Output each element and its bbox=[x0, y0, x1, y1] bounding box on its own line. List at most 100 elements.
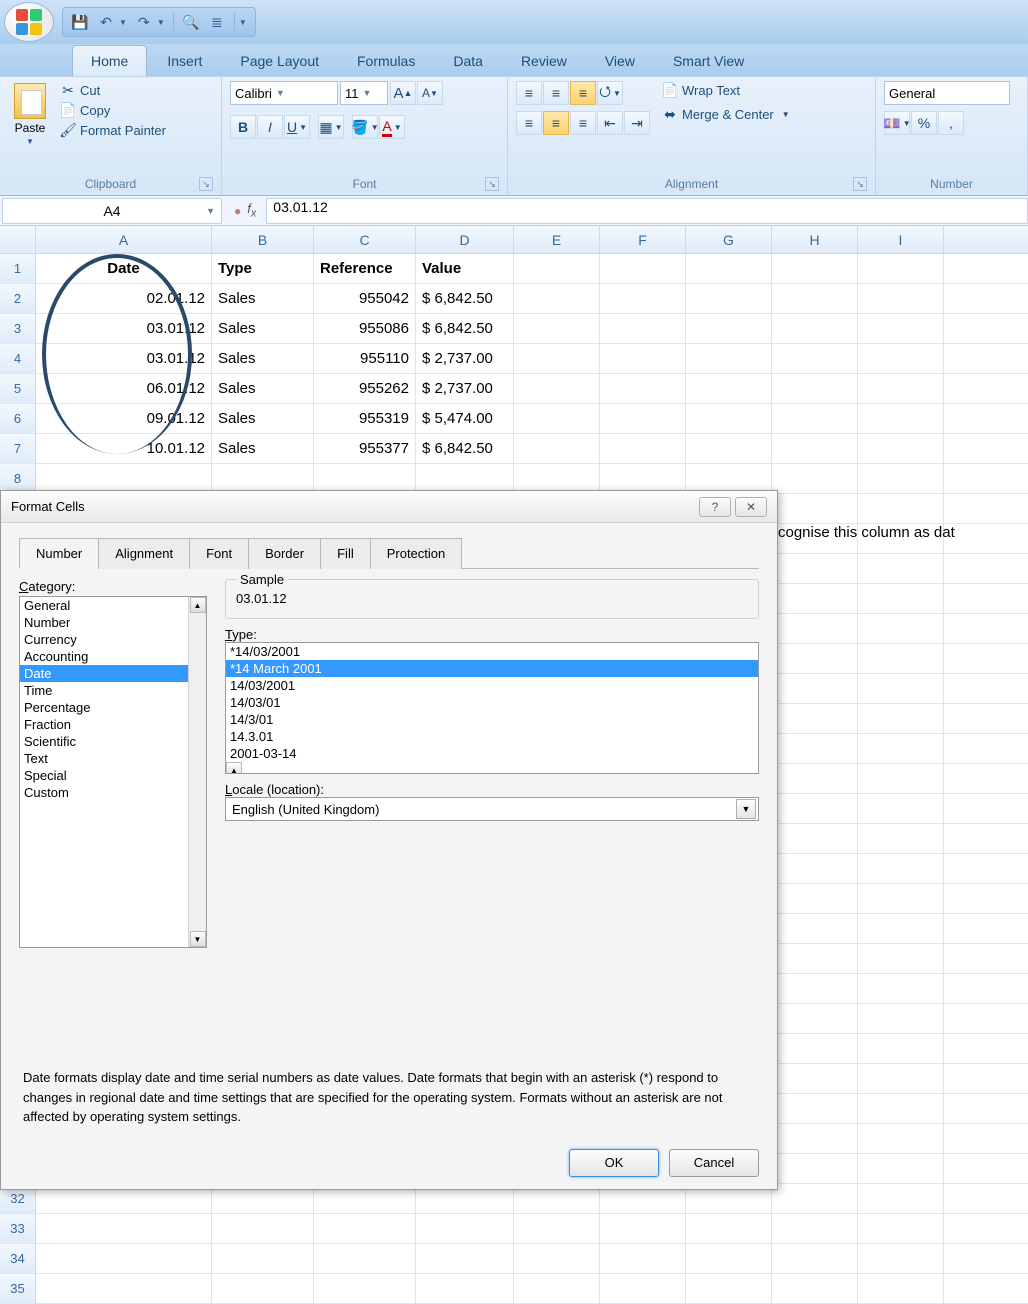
cell[interactable]: 955042 bbox=[314, 284, 416, 313]
col-header[interactable]: I bbox=[858, 226, 944, 253]
cell[interactable] bbox=[514, 404, 600, 433]
cell[interactable] bbox=[772, 614, 858, 643]
type-item[interactable]: 14/03/2001 bbox=[226, 677, 758, 694]
cell[interactable] bbox=[514, 1274, 600, 1303]
cell[interactable] bbox=[600, 1274, 686, 1303]
cell[interactable] bbox=[858, 464, 944, 493]
font-size-combo[interactable]: 11▼ bbox=[340, 81, 388, 105]
cell[interactable]: 955319 bbox=[314, 404, 416, 433]
cell[interactable] bbox=[858, 914, 944, 943]
col-header[interactable]: H bbox=[772, 226, 858, 253]
cell[interactable] bbox=[686, 314, 772, 343]
category-item[interactable]: Scientific bbox=[20, 733, 206, 750]
cell[interactable] bbox=[314, 1244, 416, 1273]
office-button[interactable] bbox=[4, 2, 54, 42]
cell[interactable] bbox=[772, 854, 858, 883]
cell[interactable] bbox=[772, 314, 858, 343]
cell[interactable]: $ 2,737.00 bbox=[416, 374, 514, 403]
cell[interactable] bbox=[600, 254, 686, 283]
cell[interactable] bbox=[36, 464, 212, 493]
undo-icon[interactable]: ↶ bbox=[97, 13, 115, 31]
category-item[interactable]: Special bbox=[20, 767, 206, 784]
qat-other-icon[interactable]: ≣ bbox=[208, 13, 226, 31]
type-item[interactable]: *14/03/2001 bbox=[226, 643, 758, 660]
tab-formulas[interactable]: Formulas bbox=[339, 46, 433, 76]
row-header[interactable]: 5 bbox=[0, 374, 36, 403]
cell[interactable] bbox=[772, 764, 858, 793]
cell[interactable] bbox=[772, 824, 858, 853]
category-item[interactable]: Number bbox=[20, 614, 206, 631]
paste-drop-icon[interactable]: ▼ bbox=[26, 137, 34, 146]
cell[interactable] bbox=[600, 434, 686, 463]
cell[interactable] bbox=[514, 344, 600, 373]
fx-icon[interactable]: fx bbox=[247, 201, 256, 220]
cell[interactable] bbox=[212, 464, 314, 493]
scroll-up-icon[interactable]: ▲ bbox=[226, 762, 242, 774]
cell[interactable] bbox=[772, 1064, 858, 1093]
cell[interactable] bbox=[514, 374, 600, 403]
cell[interactable] bbox=[772, 404, 858, 433]
cell[interactable] bbox=[686, 1244, 772, 1273]
cell[interactable] bbox=[858, 764, 944, 793]
scrollbar[interactable]: ▲ ▼ bbox=[188, 597, 206, 947]
font-color-button[interactable]: A▼ bbox=[379, 115, 405, 139]
cell[interactable] bbox=[858, 854, 944, 883]
row-header[interactable]: 35 bbox=[0, 1274, 36, 1303]
col-header[interactable]: B bbox=[212, 226, 314, 253]
category-item[interactable]: Accounting bbox=[20, 648, 206, 665]
cell[interactable] bbox=[514, 434, 600, 463]
cancel-fx-icon[interactable]: ● bbox=[234, 204, 241, 218]
row-header[interactable]: 34 bbox=[0, 1244, 36, 1273]
cell[interactable]: Value bbox=[416, 254, 514, 283]
cell[interactable] bbox=[686, 254, 772, 283]
locale-combo[interactable]: English (United Kingdom) ▼ bbox=[225, 797, 759, 821]
row-header[interactable]: 2 bbox=[0, 284, 36, 313]
dialog-titlebar[interactable]: Format Cells ? ✕ bbox=[1, 491, 777, 523]
underline-button[interactable]: U▼ bbox=[284, 115, 310, 139]
align-left-button[interactable]: ≡ bbox=[516, 111, 542, 135]
tab-data[interactable]: Data bbox=[435, 46, 501, 76]
cell[interactable] bbox=[600, 374, 686, 403]
cell[interactable] bbox=[858, 824, 944, 853]
cell[interactable] bbox=[514, 1214, 600, 1243]
cell[interactable] bbox=[772, 1124, 858, 1153]
shrink-font-button[interactable]: A▼ bbox=[417, 81, 443, 105]
scrollbar[interactable]: ▲ ▼ bbox=[226, 762, 758, 774]
cell[interactable]: $ 6,842.50 bbox=[416, 434, 514, 463]
alignment-launcher-icon[interactable]: ↘ bbox=[853, 177, 867, 191]
cell[interactable] bbox=[858, 674, 944, 703]
cell[interactable] bbox=[514, 464, 600, 493]
cell[interactable]: 03.01.12 bbox=[36, 314, 212, 343]
redo-drop-icon[interactable]: ▼ bbox=[157, 18, 165, 27]
cell[interactable]: Sales bbox=[212, 404, 314, 433]
number-format-combo[interactable]: General bbox=[884, 81, 1010, 105]
italic-button[interactable]: I bbox=[257, 115, 283, 139]
cell[interactable]: $ 5,474.00 bbox=[416, 404, 514, 433]
merge-center-button[interactable]: ⬌Merge & Center▼ bbox=[660, 105, 792, 123]
cell[interactable] bbox=[686, 434, 772, 463]
scroll-up-icon[interactable]: ▲ bbox=[190, 597, 206, 613]
cell[interactable] bbox=[772, 434, 858, 463]
cell[interactable] bbox=[858, 1244, 944, 1273]
cell[interactable] bbox=[416, 1244, 514, 1273]
redo-icon[interactable]: ↷ bbox=[135, 13, 153, 31]
type-item[interactable]: 2001-03-14 bbox=[226, 745, 758, 762]
row-header[interactable]: 7 bbox=[0, 434, 36, 463]
cell[interactable]: Sales bbox=[212, 314, 314, 343]
print-preview-icon[interactable]: 🔍 bbox=[182, 13, 200, 31]
cell[interactable] bbox=[772, 254, 858, 283]
align-center-button[interactable]: ≡ bbox=[543, 111, 569, 135]
cell[interactable] bbox=[416, 1214, 514, 1243]
cell[interactable] bbox=[858, 734, 944, 763]
cell[interactable] bbox=[600, 344, 686, 373]
cell[interactable] bbox=[772, 914, 858, 943]
category-item[interactable]: Currency bbox=[20, 631, 206, 648]
cell[interactable] bbox=[858, 554, 944, 583]
cell[interactable]: 955086 bbox=[314, 314, 416, 343]
category-item[interactable]: Fraction bbox=[20, 716, 206, 733]
cell[interactable] bbox=[858, 494, 944, 523]
tab-review[interactable]: Review bbox=[503, 46, 585, 76]
col-header[interactable]: G bbox=[686, 226, 772, 253]
clipboard-launcher-icon[interactable]: ↘ bbox=[199, 177, 213, 191]
cell[interactable] bbox=[36, 1244, 212, 1273]
